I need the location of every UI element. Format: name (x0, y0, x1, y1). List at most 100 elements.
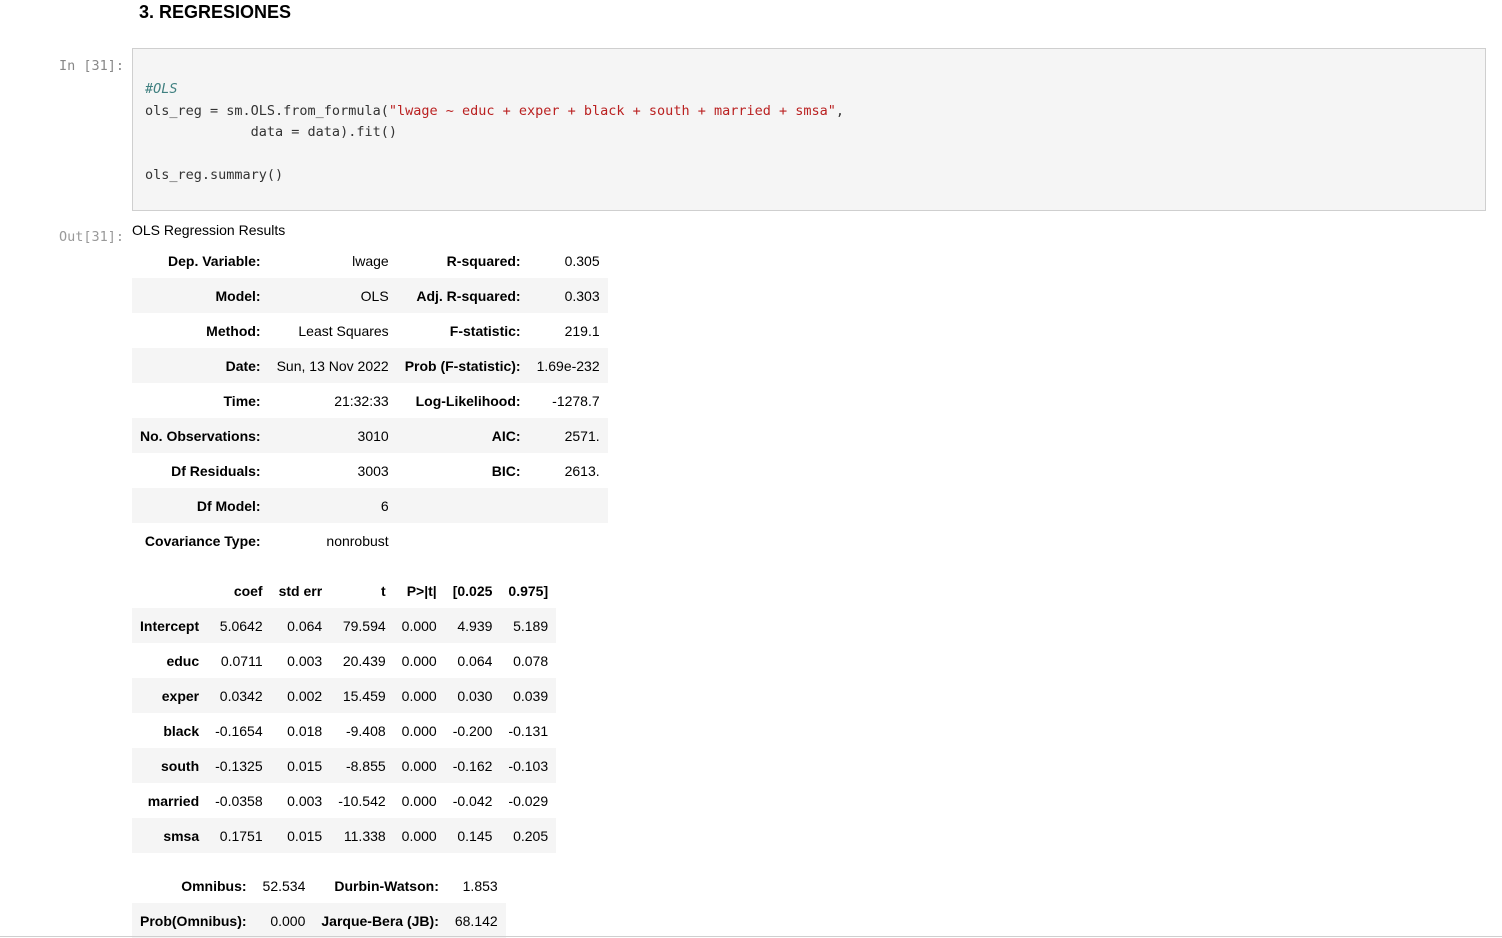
summary-value: 2571. (564, 427, 600, 444)
summary-label: AIC: (491, 427, 521, 444)
diagnostics-table: Omnibus: 52.534 Durbin-Watson: 1.853 Prob(Om… (132, 868, 506, 938)
column-header: [0.025 (452, 582, 493, 599)
table-row: Method: Least Squares F-statistic: 219.1 (132, 313, 608, 348)
code-editor[interactable]: #OLS ols_reg = sm.OLS.from_formula("lwag… (145, 79, 844, 187)
diag-value: 1.853 (462, 877, 498, 894)
code-line-4: ols_reg.summary() (145, 167, 284, 183)
diag-label: Jarque-Bera (JB): (321, 912, 439, 929)
table-header-row: coef std err t P>|t| [0.025 0.975] (132, 573, 556, 608)
table-cell: 79.594 (342, 617, 386, 634)
table-cell: 0.000 (401, 652, 437, 669)
column-header: t (381, 582, 386, 599)
summary-value: Sun, 13 Nov 2022 (276, 357, 389, 374)
diag-value: 68.142 (454, 912, 498, 929)
table-cell: -0.029 (508, 792, 549, 809)
summary-label: Df Residuals: (171, 462, 261, 479)
diag-label: Durbin-Watson: (334, 877, 439, 894)
summary-value: 1.69e-232 (536, 357, 600, 374)
summary-label: No. Observations: (140, 427, 261, 444)
output-prompt: Out[31]: (58, 229, 124, 245)
table-cell: 0.064 (287, 617, 323, 634)
summary-label (397, 523, 529, 558)
table-cell: 0.000 (401, 722, 437, 739)
code-cell[interactable]: #OLS ols_reg = sm.OLS.from_formula("lwag… (132, 48, 1486, 211)
summary-value: Least Squares (298, 322, 389, 339)
table-cell: 5.189 (513, 617, 549, 634)
table-row: Date: Sun, 13 Nov 2022 Prob (F-statistic):… (132, 348, 608, 383)
summary-label: Covariance Type: (144, 532, 261, 549)
variable-name: Intercept (140, 617, 200, 634)
table-cell: -0.200 (452, 722, 493, 739)
diag-label: Prob(Omnibus): (140, 912, 247, 929)
variable-name: south (161, 757, 200, 774)
table-cell: 5.0642 (219, 617, 263, 634)
table-row: Omnibus: 52.534 Durbin-Watson: 1.853 (132, 868, 506, 903)
code-comment: #OLS (145, 81, 178, 97)
summary-label: Adj. R-squared: (416, 287, 521, 304)
table-row: Time: 21:32:33 Log-Likelihood: -1278.7 (132, 383, 608, 418)
diag-value: 0.000 (270, 912, 306, 929)
table-cell: -0.103 (508, 757, 549, 774)
summary-value: 3003 (357, 462, 389, 479)
table-cell: 0.018 (287, 722, 323, 739)
code-string: "lwage ~ educ + exper + black + south + … (388, 102, 836, 119)
table-cell: 0.064 (457, 652, 493, 669)
table-cell: -9.408 (345, 722, 386, 739)
diag-label: Omnibus: (181, 877, 247, 894)
column-header (132, 573, 207, 608)
table-row: Df Residuals: 3003 BIC: 2613. (132, 453, 608, 488)
table-row: south -0.1325 0.015 -8.855 0.000 -0.162 -0.103 (132, 748, 557, 783)
table-row: Prob(Omnibus): 0.000 Jarque-Bera (JB): 68.1… (132, 903, 506, 938)
table-cell: 0.205 (513, 827, 549, 844)
summary-label: Method: (206, 322, 261, 339)
column-header: std err (278, 582, 323, 599)
table-cell: 0.003 (287, 652, 323, 669)
summary-value: 0.305 (564, 252, 600, 269)
table-cell: 0.145 (457, 827, 493, 844)
variable-name: black (163, 722, 200, 739)
output-caption: OLS Regression Results (132, 222, 286, 238)
summary-label: Df Model: (196, 497, 261, 514)
model-summary-table: Dep. Variable: lwage R-squared: 0.305 Model:… (132, 243, 608, 558)
summary-label: F-statistic: (449, 322, 521, 339)
table-cell: 0.030 (457, 687, 493, 704)
column-header: coef (233, 582, 263, 599)
summary-value: 219.1 (564, 322, 600, 339)
summary-label: Date: (225, 357, 261, 374)
table-row: Df Model: 6 (132, 488, 608, 523)
table-cell: -0.042 (452, 792, 493, 809)
table-cell: -0.131 (508, 722, 549, 739)
summary-label: BIC: (491, 462, 521, 479)
table-row: Model: OLS Adj. R-squared: 0.303 (132, 278, 608, 313)
variable-name: educ (166, 652, 200, 669)
table-cell: 0.000 (401, 757, 437, 774)
column-header: P>|t| (406, 582, 437, 599)
table-cell: 0.003 (287, 792, 323, 809)
table-cell: 20.439 (342, 652, 386, 669)
table-cell: 0.1751 (219, 827, 263, 844)
table-cell: -0.1654 (215, 722, 263, 739)
table-cell: -0.0358 (215, 792, 263, 809)
cell-divider (0, 936, 1502, 937)
table-cell: -0.162 (452, 757, 493, 774)
table-cell: 0.000 (401, 827, 437, 844)
section-heading: 3. REGRESIONES (139, 2, 292, 22)
table-row: No. Observations: 3010 AIC: 2571. (132, 418, 608, 453)
table-row: smsa 0.1751 0.015 11.338 0.000 0.145 0.205 (132, 818, 557, 853)
column-header: 0.975] (508, 582, 549, 599)
summary-label: Dep. Variable: (168, 252, 261, 269)
code-line-2: data = data).fit() (145, 124, 397, 140)
summary-label: Log-Likelihood: (415, 392, 521, 409)
table-cell: 0.000 (401, 687, 437, 704)
table-cell: 0.002 (287, 687, 323, 704)
summary-value: OLS (360, 287, 389, 304)
table-cell: 0.039 (513, 687, 549, 704)
summary-label: Model: (215, 287, 261, 304)
summary-value: lwage (352, 252, 389, 269)
table-row: Intercept 5.0642 0.064 79.594 0.000 4.939 5.18… (132, 608, 557, 643)
table-cell: 0.0711 (220, 652, 263, 669)
summary-label: R-squared: (446, 252, 521, 269)
coefficients-table: coef std err t P>|t| [0.025 0.975] Intercept 5.… (132, 573, 557, 853)
table-cell: 0.000 (401, 617, 437, 634)
summary-value: 0.303 (564, 287, 600, 304)
